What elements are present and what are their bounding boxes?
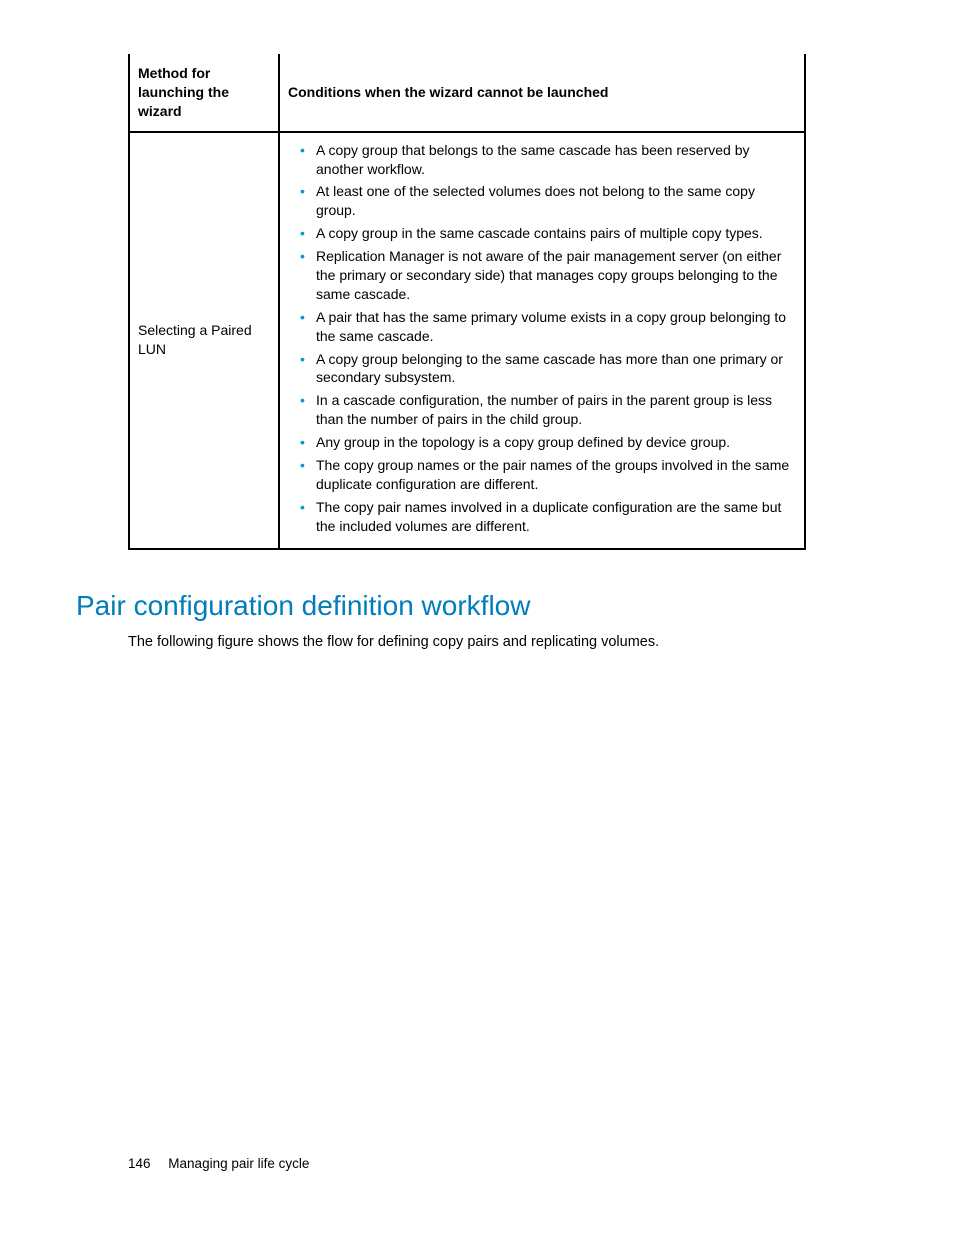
section-heading: Pair configuration definition workflow: [76, 590, 864, 622]
page-footer: 146 Managing pair life cycle: [128, 1156, 309, 1171]
list-item: A copy group in the same cascade contain…: [304, 222, 792, 245]
header-method: Method for launching the wizard: [129, 54, 279, 132]
page: Method for launching the wizard Conditio…: [0, 0, 954, 1235]
list-item: Any group in the topology is a copy grou…: [304, 431, 792, 454]
header-conditions: Conditions when the wizard cannot be lau…: [279, 54, 805, 132]
list-item: At least one of the selected volumes doe…: [304, 180, 792, 222]
list-item: In a cascade configuration, the number o…: [304, 389, 792, 431]
table-row: Selecting a Paired LUN A copy group that…: [129, 132, 805, 549]
list-item: The copy group names or the pair names o…: [304, 454, 792, 496]
page-number: 146: [128, 1156, 151, 1171]
list-item: The copy pair names involved in a duplic…: [304, 496, 792, 538]
cell-method: Selecting a Paired LUN: [129, 132, 279, 549]
list-item: Replication Manager is not aware of the …: [304, 245, 792, 306]
conditions-table: Method for launching the wizard Conditio…: [128, 54, 806, 550]
footer-title: Managing pair life cycle: [168, 1156, 309, 1171]
conditions-list: A copy group that belongs to the same ca…: [288, 139, 796, 538]
table-header-row: Method for launching the wizard Conditio…: [129, 54, 805, 132]
list-item: A copy group that belongs to the same ca…: [304, 139, 792, 181]
list-item: A copy group belonging to the same casca…: [304, 348, 792, 390]
section-intro: The following figure shows the flow for …: [128, 634, 864, 650]
list-item: A pair that has the same primary volume …: [304, 306, 792, 348]
cell-conditions: A copy group that belongs to the same ca…: [279, 132, 805, 549]
